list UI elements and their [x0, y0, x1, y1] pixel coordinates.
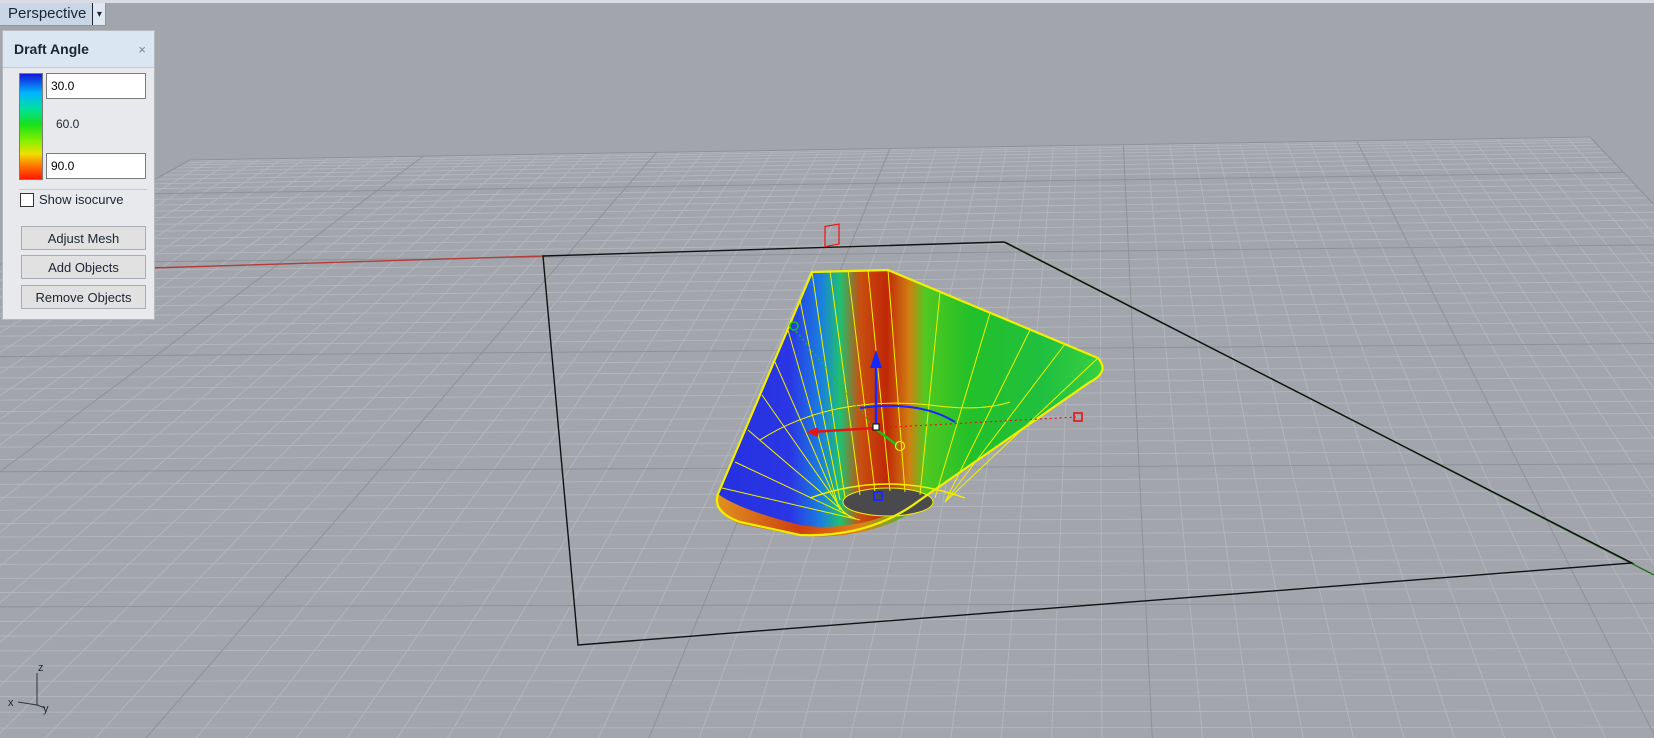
- show-isocurve-checkbox[interactable]: [20, 192, 34, 207]
- cone-bottom-hole: [842, 487, 934, 517]
- axis-widget-y-label: y: [43, 703, 49, 715]
- gumball-center-handle[interactable]: [872, 423, 880, 431]
- viewport-title-tab[interactable]: Perspective ▾: [0, 3, 107, 26]
- max-angle-input[interactable]: [46, 153, 146, 179]
- remove-objects-button[interactable]: Remove Objects: [21, 285, 146, 309]
- add-objects-button[interactable]: Add Objects: [21, 255, 146, 279]
- axis-widget-z-label: z: [38, 662, 44, 674]
- close-icon[interactable]: ×: [138, 42, 146, 57]
- panel-divider: [19, 189, 147, 190]
- viewport-canvas[interactable]: z x y: [0, 0, 1654, 738]
- viewport-top-border: [0, 0, 1654, 3]
- mid-angle-label: 60.0: [56, 117, 80, 131]
- min-angle-input[interactable]: [46, 73, 146, 99]
- show-isocurve-label[interactable]: Show isocurve: [39, 192, 124, 207]
- viewport-title[interactable]: Perspective: [0, 3, 92, 25]
- adjust-mesh-button[interactable]: Adjust Mesh: [21, 226, 146, 250]
- panel-title: Draft Angle: [14, 41, 89, 57]
- perspective-viewport[interactable]: z x y: [0, 0, 1654, 738]
- show-isocurve-row[interactable]: Show isocurve: [20, 192, 124, 207]
- panel-header: Draft Angle ×: [3, 31, 154, 68]
- draft-angle-panel: Draft Angle × 60.0 Show isocurve Adjust …: [2, 30, 155, 320]
- draft-angle-color-legend: [19, 73, 43, 180]
- viewport-dropdown-icon[interactable]: ▾: [92, 3, 106, 25]
- axis-widget-x-label: x: [8, 697, 14, 709]
